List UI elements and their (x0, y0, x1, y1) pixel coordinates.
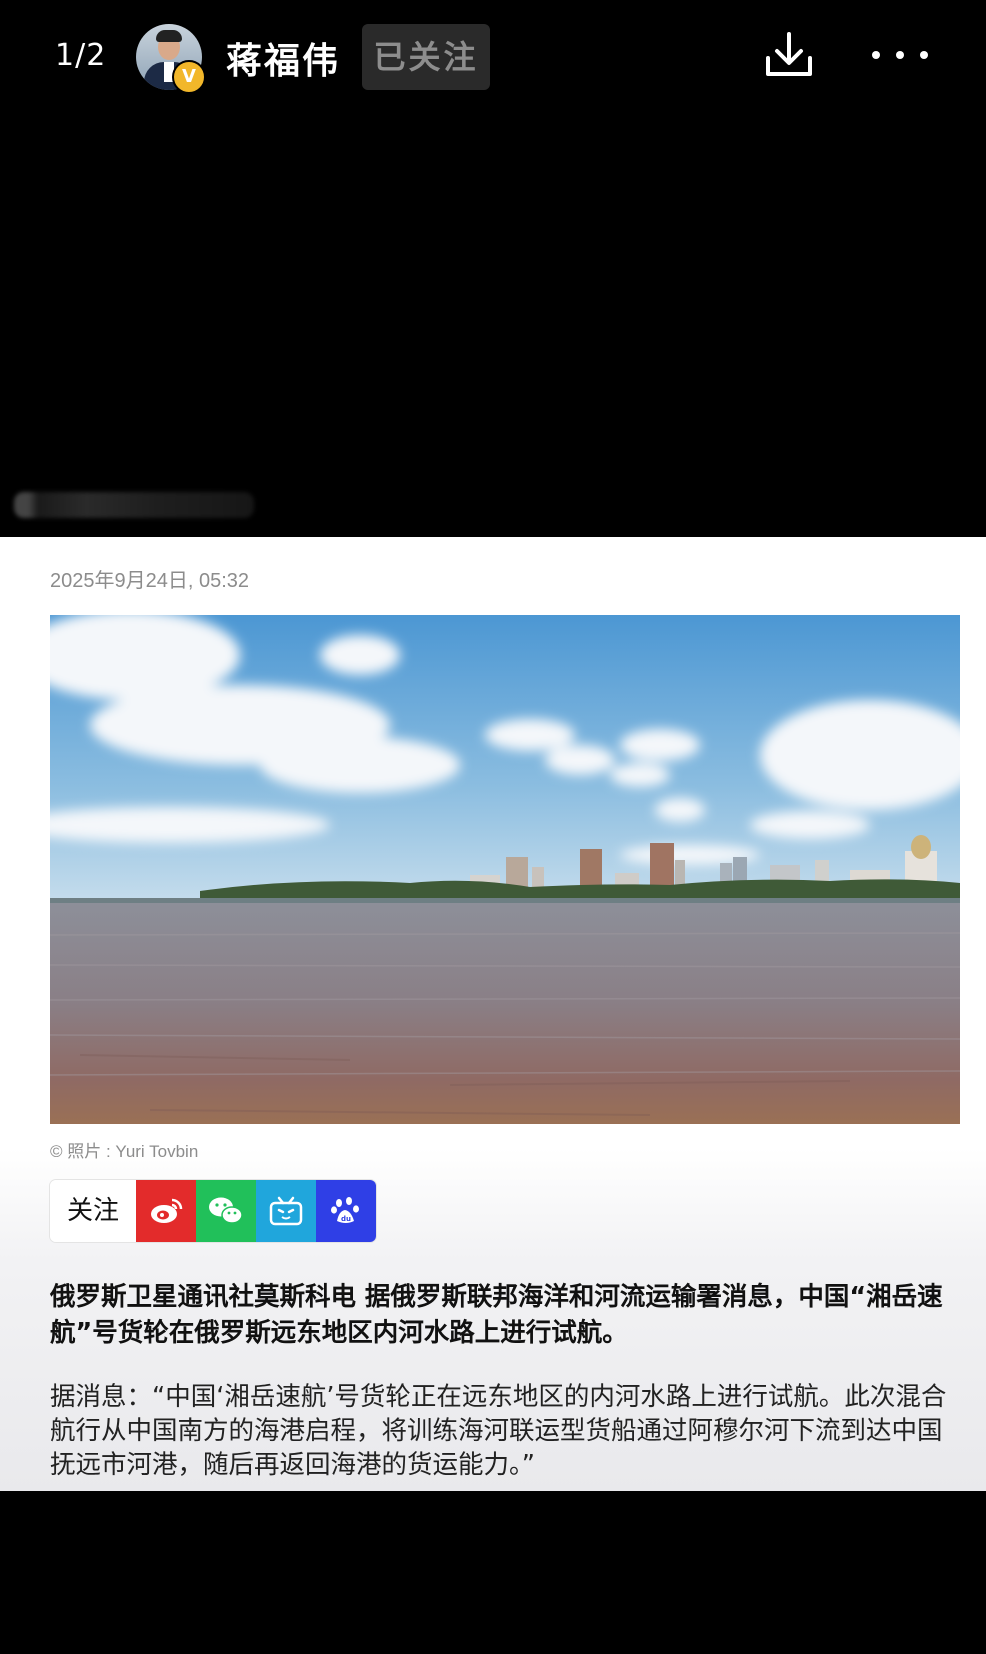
image-counter: 1/2 (55, 38, 107, 73)
river-city-photo (50, 615, 960, 1124)
article-lead-paragraph: 俄罗斯卫星通讯社莫斯科电 据俄罗斯联邦海洋和河流运输署消息，中国“湘岳速航”号货… (50, 1282, 943, 1348)
verified-badge-icon: V (172, 60, 206, 94)
top-bar: 1/2 V 蒋福伟 已关注 (0, 0, 986, 115)
blurred-text-strip (14, 492, 254, 518)
avatar-hair (156, 30, 182, 42)
article-body-paragraph: 据消息：“中国‘湘岳速航’号货轮正在远东地区的内河水路上进行试航。此次混合航行从… (50, 1382, 947, 1480)
wechat-icon[interactable] (196, 1180, 256, 1242)
photo-caption: © 照片 : Yuri Tovbin (50, 1142, 199, 1161)
bilibili-icon[interactable] (256, 1180, 316, 1242)
username[interactable]: 蒋福伟 (226, 32, 340, 84)
weibo-icon[interactable] (136, 1180, 196, 1242)
article-date: 2025年9月24日, 05:32 (50, 570, 250, 592)
baidu-icon[interactable]: du (316, 1180, 376, 1242)
share-bar: 关注 du (50, 1180, 376, 1242)
article-screenshot: 2025年9月24日, 05:32 © 照片: Yuri Tovbin 关注 … (0, 537, 986, 1491)
bottom-black-area (0, 1491, 986, 1654)
svg-text:du: du (341, 1215, 351, 1223)
media-viewer-background (0, 115, 986, 537)
more-options-icon[interactable] (870, 45, 930, 65)
share-follow-label[interactable]: 关注 (50, 1180, 136, 1242)
followed-button[interactable]: 已关注 (362, 24, 490, 90)
download-icon[interactable] (762, 28, 816, 82)
